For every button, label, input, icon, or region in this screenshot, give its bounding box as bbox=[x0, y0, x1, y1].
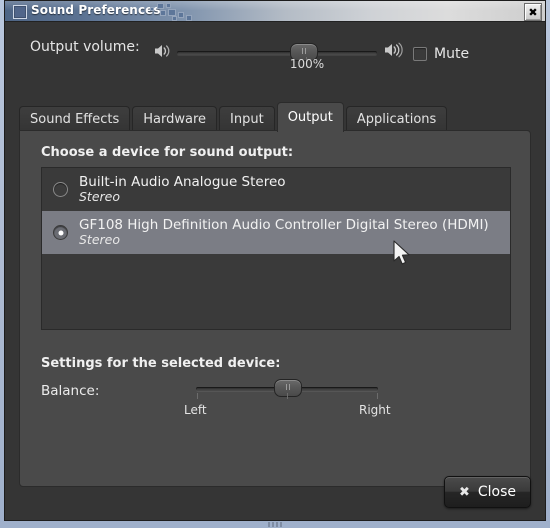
window-frame: Sound Preferences ✖ Output volume: 100% … bbox=[0, 0, 550, 528]
device-channel-mode: Stereo bbox=[79, 189, 121, 205]
mute-toggle[interactable]: Mute bbox=[413, 46, 469, 62]
speaker-high-icon bbox=[385, 42, 403, 58]
device-list-item[interactable]: GF108 High Definition Audio Controller D… bbox=[42, 211, 510, 254]
balance-slider-handle[interactable] bbox=[274, 379, 302, 397]
close-x-icon: ✖ bbox=[458, 484, 470, 500]
device-list-item[interactable]: Built-in Audio Analogue Stereo Stereo bbox=[42, 168, 510, 211]
titlebar-decoration-pixel bbox=[157, 3, 164, 9]
tab-bar: Sound Effects Hardware Input Output Applicat… bbox=[19, 102, 448, 132]
tab-applications[interactable]: Applications bbox=[345, 106, 448, 132]
close-icon: ✖ bbox=[528, 5, 538, 19]
handle-grip-line bbox=[302, 48, 304, 54]
balance-tick-right bbox=[377, 393, 378, 399]
output-volume-slider[interactable] bbox=[177, 43, 377, 61]
titlebar-decoration-pixel bbox=[178, 12, 184, 18]
handle-grip-line bbox=[286, 384, 287, 390]
balance-right-label: Right bbox=[359, 403, 391, 417]
mute-label: Mute bbox=[434, 46, 470, 62]
output-volume-row: Output volume: 100% Mute bbox=[5, 32, 545, 71]
titlebar-decoration-pixel bbox=[168, 9, 176, 16]
titlebar[interactable]: Sound Preferences ✖ bbox=[5, 1, 545, 22]
tab-label: Sound Effects bbox=[30, 112, 120, 127]
titlebar-decoration-pixel bbox=[166, 3, 171, 8]
output-volume-label: Output volume: bbox=[30, 39, 140, 55]
radio-selected-dot bbox=[58, 230, 63, 235]
device-list[interactable]: Built-in Audio Analogue Stereo Stereo GF10… bbox=[41, 167, 511, 330]
device-radio-button[interactable] bbox=[53, 225, 68, 240]
balance-slider[interactable] bbox=[196, 379, 378, 397]
dialog-body: Output volume: 100% Mute Sound Effects H… bbox=[5, 22, 545, 520]
mute-checkbox[interactable] bbox=[413, 47, 427, 61]
titlebar-decoration-pixel bbox=[160, 10, 166, 16]
tab-label: Hardware bbox=[143, 112, 207, 127]
tab-sound-effects[interactable]: Sound Effects bbox=[19, 106, 131, 132]
settings-section-label: Settings for the selected device: bbox=[41, 356, 281, 371]
tab-label: Applications bbox=[356, 112, 437, 127]
device-channel-mode: Stereo bbox=[79, 232, 121, 248]
volume-slider-track[interactable] bbox=[177, 51, 377, 55]
window-title: Sound Preferences bbox=[31, 3, 161, 17]
tab-label: Output bbox=[287, 110, 333, 125]
balance-label: Balance: bbox=[41, 383, 100, 399]
titlebar-decoration-pixel bbox=[172, 16, 177, 21]
output-tab-panel: Choose a device for sound output: Built-… bbox=[19, 130, 531, 487]
output-volume-value: 100% bbox=[289, 57, 325, 71]
device-name: GF108 High Definition Audio Controller D… bbox=[79, 216, 489, 233]
tab-input[interactable]: Input bbox=[219, 106, 275, 132]
speaker-low-icon bbox=[155, 45, 170, 57]
handle-grip-line bbox=[305, 48, 307, 54]
titlebar-decoration-pixel bbox=[186, 15, 192, 21]
tab-label: Input bbox=[230, 112, 264, 127]
window-resize-grip[interactable] bbox=[264, 522, 286, 527]
tab-output[interactable]: Output bbox=[276, 102, 344, 132]
close-button[interactable]: ✖ Close bbox=[443, 476, 531, 508]
close-button-label: Close bbox=[477, 484, 516, 500]
balance-tick-left bbox=[197, 393, 198, 399]
window-app-icon bbox=[13, 5, 27, 19]
choose-device-label: Choose a device for sound output: bbox=[41, 145, 294, 160]
window-close-button[interactable]: ✖ bbox=[524, 3, 542, 21]
balance-left-label: Left bbox=[184, 403, 207, 417]
device-name: Built-in Audio Analogue Stereo bbox=[79, 173, 286, 190]
window-inner: Sound Preferences ✖ Output volume: 100% … bbox=[4, 0, 546, 521]
device-radio-button[interactable] bbox=[53, 182, 68, 197]
tab-hardware[interactable]: Hardware bbox=[132, 106, 218, 132]
handle-grip-line bbox=[289, 384, 290, 390]
titlebar-decoration-pixel bbox=[150, 7, 154, 11]
balance-tick-center bbox=[287, 393, 288, 399]
